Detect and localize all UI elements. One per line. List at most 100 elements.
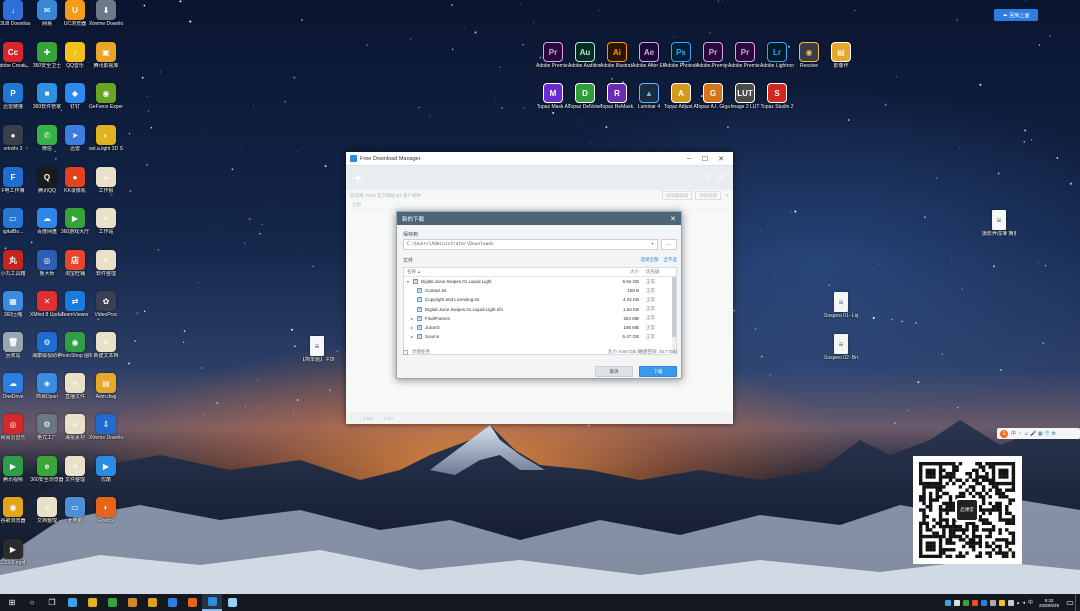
taskbar-app-3[interactable]: [102, 594, 122, 611]
save-path-input[interactable]: C:\Users\Administrator\Downloads ▾: [403, 239, 658, 250]
minimize-button[interactable]: –: [681, 155, 697, 162]
deselect-all-link[interactable]: 全不选: [664, 257, 678, 263]
desktop-icon[interactable]: Pr Adobe Premie...: [536, 42, 570, 82]
desktop-icon[interactable]: ◎ 网易云音乐: [0, 414, 30, 454]
file-checkbox[interactable]: [417, 306, 422, 312]
desktop-icon[interactable]: GTopaz A.I. Gigapixel: [696, 83, 730, 123]
desktop-icon[interactable]: ✿ VideoProc: [89, 291, 123, 331]
desktop-icon[interactable]: ▤ 影像作: [824, 42, 858, 82]
ime-indicator[interactable]: 中: [1028, 599, 1033, 606]
tray-icon[interactable]: [944, 599, 951, 606]
desktop-icon[interactable]: ● KK录像机: [58, 167, 92, 207]
select-all-link[interactable]: 选择全部: [641, 257, 659, 263]
schedule-checkbox[interactable]: [403, 349, 408, 355]
file-priority[interactable]: 正常: [642, 325, 676, 331]
desktop-file[interactable]: ≡Sospesi 02- Breakfast ...: [824, 334, 858, 374]
desktop-icon[interactable]: ◐set.a.light 3D STUDIO: [89, 125, 123, 165]
desktop-icon[interactable]: ▶ 腾讯视频: [0, 456, 30, 496]
taskbar-app-2[interactable]: [82, 594, 102, 611]
desktop-icon[interactable]: ▶ 优酷: [89, 456, 123, 496]
desktop-icon[interactable]: Ai Adobe Illustrat...: [600, 42, 634, 82]
file-checkbox[interactable]: [417, 333, 422, 340]
file-priority[interactable]: 正常: [642, 279, 676, 285]
tray-icon[interactable]: [962, 599, 969, 606]
task-view-button[interactable]: ❐: [42, 594, 62, 611]
scrollbar-thumb[interactable]: [672, 277, 676, 337]
desktop-icon[interactable]: ◉GeForce Experience: [89, 83, 123, 123]
taskbar-app-5[interactable]: [142, 594, 162, 611]
dialog-close-icon[interactable]: ✕: [670, 215, 676, 223]
desktop-icon[interactable]: ☁ OneDrive: [0, 373, 30, 413]
show-desktop-button[interactable]: [1075, 594, 1078, 611]
desktop-icon[interactable]: R Topaz ReMask...: [600, 83, 634, 123]
file-priority[interactable]: 正常: [642, 315, 676, 321]
file-priority[interactable]: 正常: [642, 306, 676, 312]
maximize-button[interactable]: ☐: [697, 155, 713, 163]
desktop-icon[interactable]: Pr Adobe Premie...: [728, 42, 762, 82]
file-priority[interactable]: 正常: [642, 297, 676, 303]
desktop-icon[interactable]: CcAdobe Creati...: [0, 42, 30, 82]
desktop-icon[interactable]: AuAdobe Audition ...: [568, 42, 602, 82]
desktop-icon[interactable]: ≡ 文件整理: [58, 456, 92, 496]
desktop-icon[interactable]: AeAdobe After Effects CC ...: [632, 42, 666, 82]
desktop-icon[interactable]: ≡ 海报素材: [58, 414, 92, 454]
browse-button[interactable]: ...: [661, 239, 677, 250]
cancel-button[interactable]: 取消: [595, 366, 633, 377]
download-button[interactable]: 下载: [639, 366, 677, 377]
close-button[interactable]: ✕: [713, 155, 729, 163]
chevron-down-icon[interactable]: ▾: [651, 242, 654, 247]
desktop-file[interactable]: ≡【简单题】 FDM下载...: [300, 336, 334, 376]
desktop-file[interactable]: ≡Sospesi 01- Liquid Lig...: [824, 292, 858, 332]
file-checkbox[interactable]: [413, 278, 418, 285]
taskbar-app-6[interactable]: [162, 594, 182, 611]
taskbar-app-4[interactable]: [122, 594, 142, 611]
file-priority[interactable]: 正常: [642, 288, 676, 294]
desktop-icon[interactable]: 丸小丸工具箱: [0, 250, 30, 290]
tray-icon[interactable]: [980, 599, 987, 606]
tray-icon[interactable]: [1007, 599, 1014, 606]
start-button[interactable]: ⊞: [2, 594, 22, 611]
desktop-icon[interactable]: ◆ 钉钉: [58, 83, 92, 123]
file-priority[interactable]: 正常: [642, 334, 676, 340]
desktop-icon[interactable]: ▦ 360压缩: [0, 291, 30, 331]
notification-icon[interactable]: ▭: [1065, 594, 1075, 611]
desktop-icon[interactable]: ▲ Luminar 4: [632, 83, 666, 123]
volume-icon[interactable]: ◂: [1022, 600, 1025, 606]
desktop-icon[interactable]: ▶ 12002.mp4: [0, 539, 30, 579]
network-icon[interactable]: ▴: [1017, 600, 1020, 606]
desktop-icon[interactable]: ♪ QQ音乐: [58, 42, 92, 82]
desktop-icon[interactable]: S Topaz Studio 2: [760, 83, 794, 123]
desktop-icon[interactable]: ▶ 360游戏大厅: [58, 208, 92, 248]
desktop-icon[interactable]: ≡ 工作站: [89, 208, 123, 248]
desktop-icon[interactable]: ● ortrahr 3: [0, 125, 30, 165]
file-row[interactable]: Copyright and Licensing.txt 4.24 KB正常: [404, 295, 676, 304]
desktop-icon[interactable]: A Topaz Adjust AI: [664, 83, 698, 123]
tray-icon[interactable]: [989, 599, 996, 606]
ime-toolbar[interactable]: S 中 ・ ☺ 🎤 ▦ 👕 ⚙: [997, 428, 1080, 439]
desktop-icon[interactable]: ≡ 软件整理: [89, 250, 123, 290]
file-checkbox[interactable]: [417, 287, 422, 294]
file-checkbox[interactable]: [417, 296, 422, 303]
desktop-icon[interactable]: ◉ PhotoShop 图标: [58, 332, 92, 372]
search-button[interactable]: ○: [22, 594, 42, 611]
column-size[interactable]: 大小: [614, 269, 642, 275]
file-row[interactable]: ▸Juicer3195 MB正常: [404, 323, 676, 332]
desktop-icon[interactable]: ◉ Resolve: [792, 42, 826, 82]
desktop-icon[interactable]: ◉ 谷歌浏览器: [0, 497, 30, 537]
desktop-icon[interactable]: Pr Adobe Premie...: [696, 42, 730, 82]
desktop-file[interactable]: ≡摄影养成簿 摘要分...: [982, 210, 1016, 250]
desktop-icon[interactable]: ◐ Firefox: [89, 497, 123, 537]
file-row[interactable]: Digital.Juice.Swipes.01.Liquid.Light.nfo…: [404, 305, 676, 314]
file-checkbox[interactable]: [417, 324, 422, 331]
clock[interactable]: 9:32 2020/9/29: [1039, 598, 1059, 608]
desktop-icon[interactable]: ▤ Adm.dwg: [89, 373, 123, 413]
desktop-icon[interactable]: ≡ 新建文本档: [89, 332, 123, 372]
desktop-icon[interactable]: U UC浏览器: [58, 0, 92, 40]
taskbar-app-1[interactable]: [62, 594, 82, 611]
desktop-icon[interactable]: ⇄ TeamViewer: [58, 291, 92, 331]
file-row[interactable]: ▾Digital.Juice.Swipes.01.Liquid.Light6.9…: [404, 277, 676, 286]
tray-icon[interactable]: [953, 599, 960, 606]
desktop-icon[interactable]: LUT Image 2 LUT: [728, 83, 762, 123]
desktop-icon[interactable]: ▭ 此电脑: [58, 497, 92, 537]
desktop-icon[interactable]: 🗑 回收站: [0, 332, 30, 372]
